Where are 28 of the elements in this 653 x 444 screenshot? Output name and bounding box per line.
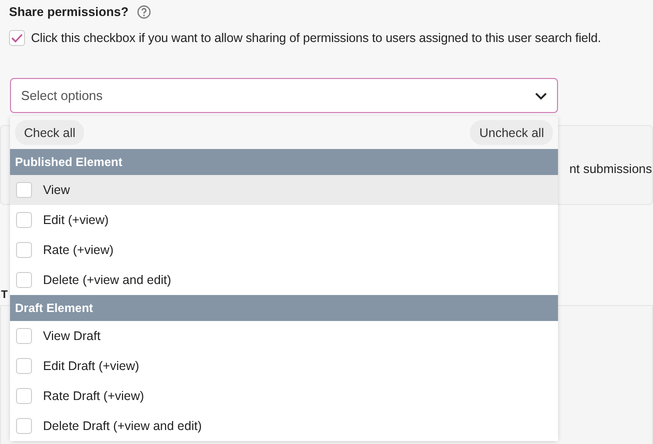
checkbox[interactable]	[9, 30, 25, 46]
checkbox[interactable]	[16, 358, 32, 374]
group-header: Draft Element	[10, 295, 558, 321]
checkbox[interactable]	[16, 182, 32, 198]
checkbox[interactable]	[16, 272, 32, 288]
select-field[interactable]: Select options	[10, 78, 558, 113]
checkbox-label: Click this checkbox if you want to allow sharing of permissions to users assigned to this user search field.	[31, 31, 602, 45]
background-text: nt submissions	[569, 162, 652, 178]
check-all-button[interactable]: Check all	[15, 120, 84, 145]
chevron-down-icon	[535, 92, 547, 100]
uncheck-all-button[interactable]: Uncheck all	[470, 120, 553, 145]
option-item[interactable]: Edit (+view)	[10, 205, 558, 235]
checkbox[interactable]	[16, 212, 32, 228]
checkbox[interactable]	[16, 328, 32, 344]
checkbox[interactable]	[16, 418, 32, 434]
option-item[interactable]: Delete (+view and edit)	[10, 265, 558, 295]
option-item[interactable]: Rate Draft (+view)	[10, 381, 558, 411]
section-label: T	[1, 289, 8, 301]
field-label: Share permissions?	[9, 5, 128, 19]
option-item[interactable]: Rate (+view)	[10, 235, 558, 265]
option-item[interactable]: Edit Draft (+view)	[10, 351, 558, 381]
group-header: Published Element	[10, 149, 558, 175]
option-item[interactable]: Delete Draft (+view and edit)	[10, 411, 558, 441]
option-item[interactable]: View	[10, 175, 558, 205]
option-item[interactable]: View Draft	[10, 321, 558, 351]
checkbox[interactable]	[16, 242, 32, 258]
help-icon[interactable]	[136, 5, 150, 19]
checkbox[interactable]	[16, 388, 32, 404]
